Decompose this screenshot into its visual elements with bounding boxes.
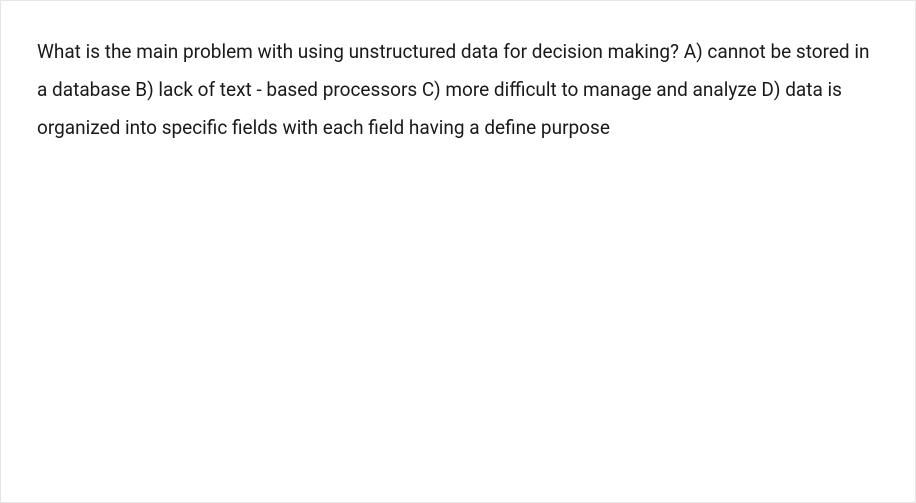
question-text: What is the main problem with using unst… — [37, 33, 879, 147]
